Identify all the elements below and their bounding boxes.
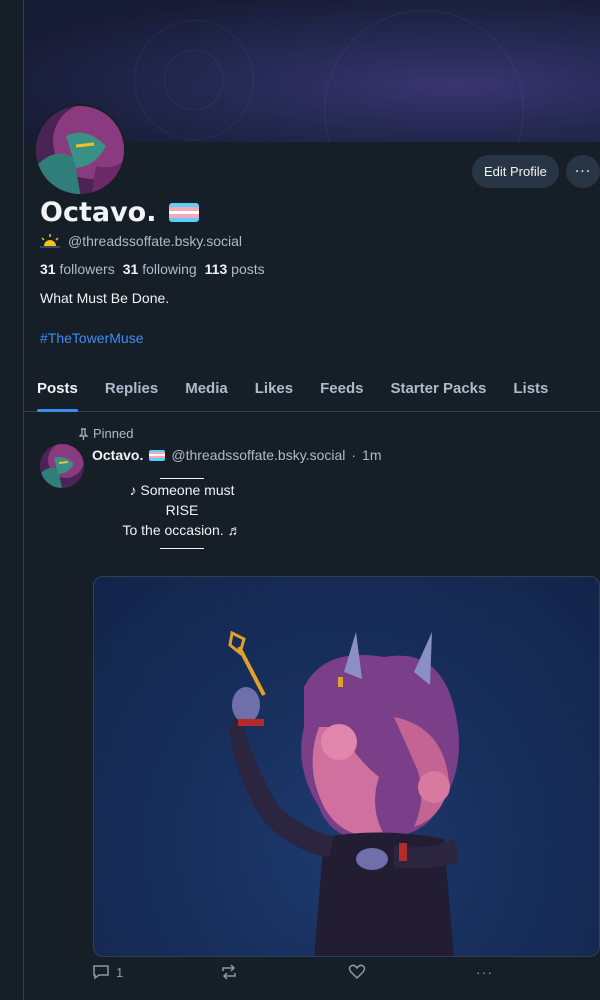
like-button[interactable] bbox=[348, 964, 366, 980]
profile-stats: 31 followers 31 following 113 posts bbox=[40, 261, 265, 277]
tab-posts[interactable]: Posts bbox=[37, 366, 78, 412]
profile-more-button[interactable]: ··· bbox=[566, 155, 600, 188]
followers-stat[interactable]: 31 followers bbox=[40, 261, 115, 277]
post-text: ♪ Someone must RISE To the occasion. ♬ bbox=[92, 476, 272, 549]
repost-icon bbox=[222, 964, 236, 980]
repost-button[interactable] bbox=[220, 964, 238, 980]
tab-media[interactable]: Media bbox=[185, 366, 228, 412]
post-author-handle[interactable]: @threadssoffate.bsky.social bbox=[171, 447, 345, 463]
trans-flag-icon bbox=[149, 449, 166, 461]
profile-tabs: Posts Replies Media Likes Feeds Starter … bbox=[24, 366, 600, 412]
reply-button[interactable]: 1 bbox=[92, 964, 123, 980]
post-timestamp[interactable]: 1m bbox=[362, 447, 381, 463]
handle-line: @threadssoffate.bsky.social bbox=[40, 233, 242, 249]
post-line: To the occasion. ♬ bbox=[122, 522, 242, 538]
heart-icon bbox=[348, 964, 366, 980]
post-actions: 1 ··· bbox=[92, 964, 512, 988]
post-author-name[interactable]: Octavo. bbox=[92, 447, 143, 463]
display-name-text: Octavo. bbox=[40, 197, 157, 228]
pinned-label: Pinned bbox=[93, 426, 134, 441]
post-line: ♪ Someone must bbox=[129, 482, 235, 498]
tab-starter-packs[interactable]: Starter Packs bbox=[390, 366, 486, 412]
posts-stat: 113 posts bbox=[204, 261, 265, 277]
post-author-avatar[interactable] bbox=[40, 444, 84, 488]
edit-profile-button[interactable]: Edit Profile bbox=[472, 155, 559, 188]
bio-hashtag-link[interactable]: #TheTowerMuse bbox=[40, 330, 144, 346]
tab-replies[interactable]: Replies bbox=[105, 366, 158, 412]
post-line: RISE bbox=[165, 502, 199, 518]
tab-likes[interactable]: Likes bbox=[255, 366, 293, 412]
tab-lists[interactable]: Lists bbox=[513, 366, 548, 412]
reply-icon bbox=[93, 965, 109, 980]
profile-page: Edit Profile ··· Octavo. @threadssoffate… bbox=[24, 0, 600, 1000]
trans-flag-icon bbox=[168, 203, 199, 222]
post-image[interactable] bbox=[93, 576, 600, 957]
more-icon: ··· bbox=[574, 163, 592, 180]
more-icon: ··· bbox=[476, 964, 493, 980]
divider bbox=[160, 478, 204, 479]
handle[interactable]: @threadssoffate.bsky.social bbox=[68, 233, 242, 249]
post-header: Octavo. @threadssoffate.bsky.social · 1m bbox=[92, 447, 382, 463]
divider bbox=[160, 548, 204, 549]
sun-icon bbox=[40, 234, 60, 248]
left-rail bbox=[0, 0, 24, 1000]
profile-bio: What Must Be Done. bbox=[40, 290, 170, 306]
pin-icon bbox=[78, 427, 89, 440]
reply-count: 1 bbox=[116, 964, 124, 980]
display-name: Octavo. bbox=[40, 197, 199, 228]
pinned-indicator: Pinned bbox=[78, 426, 133, 441]
post-separator: · bbox=[351, 447, 357, 463]
profile-avatar[interactable] bbox=[34, 104, 126, 196]
tab-feeds[interactable]: Feeds bbox=[320, 366, 363, 412]
following-stat[interactable]: 31 following bbox=[123, 261, 197, 277]
post-more-button[interactable]: ··· bbox=[476, 964, 493, 980]
